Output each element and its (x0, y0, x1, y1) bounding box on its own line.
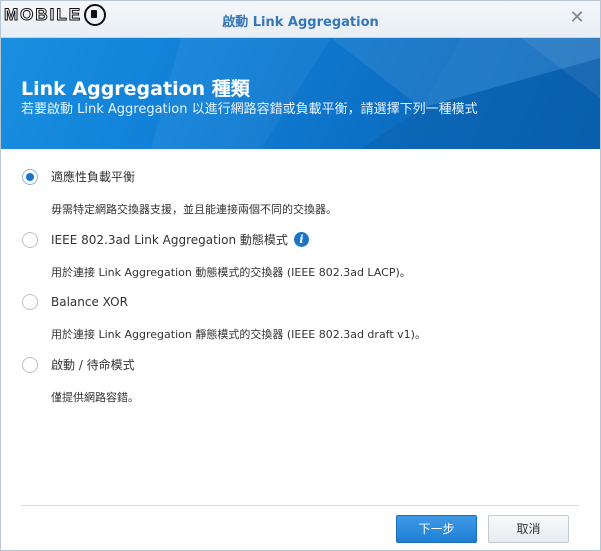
info-icon[interactable]: i (293, 232, 309, 247)
next-button[interactable]: 下一步 (396, 515, 477, 543)
option-label: 適應性負載平衡 (51, 170, 136, 184)
option-description: 毋需特定網路交換器支援，並且能連接兩個不同的交換器。 (51, 203, 337, 216)
title-bar: MOBILE 啟動 Link Aggregation ✕ (1, 1, 600, 38)
option-ieee-8023ad-dynamic[interactable]: IEEE 802.3ad Link Aggregation 動態模式 i (22, 231, 309, 248)
radio-balance-xor[interactable] (22, 294, 38, 310)
radio-ieee-8023ad-dynamic[interactable] (22, 231, 38, 248)
close-icon[interactable]: ✕ (568, 9, 586, 27)
cancel-button[interactable]: 取消 (488, 515, 569, 543)
banner-title: Link Aggregation 種類 (21, 78, 250, 100)
option-balance-xor[interactable]: Balance XOR (22, 294, 128, 310)
option-description: 僅提供網路容錯。 (51, 391, 139, 404)
option-description: 用於連接 Link Aggregation 靜態模式的交換器 (IEEE 802… (51, 328, 426, 341)
footer-divider (21, 505, 579, 506)
option-label: 啟動 / 待命模式 (51, 358, 135, 372)
option-active-standby[interactable]: 啟動 / 待命模式 (22, 356, 135, 373)
option-description: 用於連接 Link Aggregation 動態模式的交換器 (IEEE 802… (51, 266, 411, 279)
dialog-window: MOBILE 啟動 Link Aggregation ✕ Link Aggreg… (0, 0, 601, 551)
option-label: Balance XOR (51, 295, 128, 309)
option-adaptive-load-balancing[interactable]: 適應性負載平衡 (22, 168, 135, 185)
radio-active-standby[interactable] (22, 356, 38, 373)
dialog-title: 啟動 Link Aggregation (222, 15, 379, 30)
banner-subtitle: 若要啟動 Link Aggregation 以進行網路容錯或負載平衡，請選擇下列… (21, 102, 478, 117)
radio-adaptive-load-balancing[interactable] (22, 168, 38, 185)
header-banner: Link Aggregation 種類 若要啟動 Link Aggregatio… (1, 38, 600, 149)
option-label: IEEE 802.3ad Link Aggregation 動態模式 (51, 233, 288, 247)
